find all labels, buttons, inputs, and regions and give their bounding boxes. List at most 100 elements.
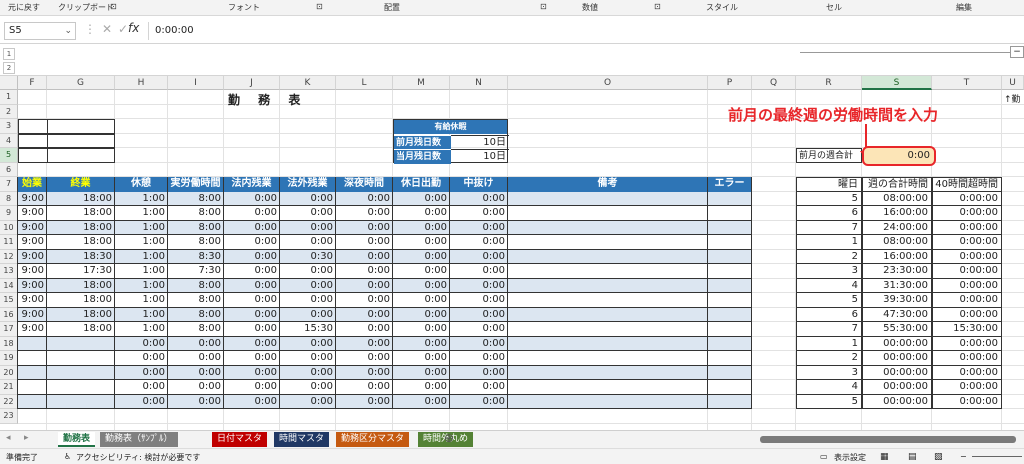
dialog-launcher-icon[interactable]: ⊡ bbox=[654, 2, 661, 11]
table-cell[interactable]: 0:00 bbox=[450, 380, 508, 395]
week-cell[interactable]: 7 bbox=[796, 322, 862, 337]
table-cell[interactable]: 0:00 bbox=[224, 351, 280, 366]
sheet-tab[interactable]: 勤務表 bbox=[58, 432, 96, 447]
table-cell[interactable]: 9:00 bbox=[18, 206, 47, 221]
table-cell[interactable]: 0:00 bbox=[393, 250, 450, 265]
column-header-q[interactable]: Q bbox=[752, 76, 796, 90]
tab-scroll-left-icon[interactable]: ◂ bbox=[6, 433, 11, 443]
table-cell[interactable]: 0:00 bbox=[115, 337, 168, 352]
sheet-tab[interactable]: 日付マスタ bbox=[212, 432, 268, 447]
table-cell[interactable]: 0:00 bbox=[450, 366, 508, 381]
table-cell[interactable]: 0:00 bbox=[393, 192, 450, 207]
table-cell[interactable]: 9:00 bbox=[18, 308, 47, 323]
week-cell[interactable]: 55:30:00 bbox=[862, 322, 932, 337]
column-header-n[interactable]: N bbox=[450, 76, 508, 90]
table-cell[interactable]: 0:00 bbox=[336, 308, 393, 323]
function-icon[interactable]: fx bbox=[128, 21, 139, 35]
table-cell[interactable]: 1:00 bbox=[115, 308, 168, 323]
row-header-2[interactable]: 2 bbox=[0, 104, 18, 119]
table-cell[interactable]: 1:00 bbox=[115, 192, 168, 207]
sheet-tab[interactable]: 勤務区分マスタ bbox=[336, 432, 410, 447]
table-cell[interactable]: 0:00 bbox=[280, 206, 336, 221]
sheet-tab[interactable]: 勤務表（ｻﾝﾌﾟﾙ） bbox=[100, 432, 178, 447]
column-header-j[interactable]: J bbox=[224, 76, 280, 90]
table-cell[interactable]: 1:00 bbox=[115, 264, 168, 279]
week-cell[interactable]: 6 bbox=[796, 206, 862, 221]
table-cell[interactable]: 0:00 bbox=[224, 235, 280, 250]
table-cell[interactable]: 9:00 bbox=[18, 322, 47, 337]
week-cell[interactable]: 08:00:00 bbox=[862, 191, 932, 206]
row-header-18[interactable]: 18 bbox=[0, 336, 18, 351]
table-cell[interactable]: 0:00 bbox=[336, 192, 393, 207]
row-header-21[interactable]: 21 bbox=[0, 380, 18, 395]
table-cell[interactable]: 18:00 bbox=[47, 322, 115, 337]
week-cell[interactable]: 7 bbox=[796, 220, 862, 235]
table-cell[interactable]: 0:00 bbox=[336, 235, 393, 250]
table-cell[interactable]: 0:00 bbox=[280, 279, 336, 294]
row-header-7[interactable]: 7 bbox=[0, 177, 18, 192]
table-cell[interactable]: 9:00 bbox=[18, 293, 47, 308]
normal-view-icon[interactable]: ▦ bbox=[880, 452, 889, 462]
table-cell[interactable]: 0:00 bbox=[393, 221, 450, 236]
week-cell[interactable]: 00:00:00 bbox=[862, 336, 932, 351]
ribbon-group-clipboard[interactable]: クリップボード bbox=[58, 2, 114, 13]
week-cell[interactable]: 24:00:00 bbox=[862, 220, 932, 235]
row-header-17[interactable]: 17 bbox=[0, 322, 18, 337]
chevron-down-icon[interactable]: ⌄ bbox=[64, 23, 72, 39]
column-header-p[interactable]: P bbox=[708, 76, 752, 90]
add-sheet-icon[interactable]: ⊕ bbox=[444, 431, 454, 445]
table-cell[interactable]: 0:00 bbox=[450, 293, 508, 308]
table-cell[interactable]: 0:00 bbox=[450, 250, 508, 265]
table-cell[interactable] bbox=[47, 351, 115, 366]
ribbon-group-editing[interactable]: 編集 bbox=[956, 2, 972, 13]
table-cell[interactable]: 0:00 bbox=[115, 366, 168, 381]
week-cell[interactable]: 31:30:00 bbox=[862, 278, 932, 293]
display-settings-icon[interactable]: ▭ bbox=[820, 452, 828, 461]
column-header-u[interactable]: U bbox=[1002, 76, 1024, 90]
table-cell[interactable]: 0:00 bbox=[224, 380, 280, 395]
table-cell[interactable]: 0:00 bbox=[168, 380, 224, 395]
table-cell[interactable]: 17:30 bbox=[47, 264, 115, 279]
table-cell[interactable]: 0:00 bbox=[393, 322, 450, 337]
row-header-19[interactable]: 19 bbox=[0, 351, 18, 366]
table-cell[interactable]: 0:00 bbox=[450, 351, 508, 366]
table-cell[interactable]: 1:00 bbox=[115, 221, 168, 236]
table-cell[interactable]: 0:00 bbox=[280, 293, 336, 308]
week-cell[interactable]: 2 bbox=[796, 351, 862, 366]
table-cell[interactable] bbox=[18, 380, 47, 395]
column-header-g[interactable]: G bbox=[47, 76, 115, 90]
display-settings-button[interactable]: 表示設定 bbox=[834, 452, 866, 463]
table-cell[interactable]: 0:00 bbox=[450, 235, 508, 250]
outline-level-1-button[interactable]: 1 bbox=[3, 48, 15, 60]
table-cell[interactable]: 0:00 bbox=[224, 192, 280, 207]
table-cell[interactable]: 9:00 bbox=[18, 250, 47, 265]
dialog-launcher-icon[interactable]: ⊡ bbox=[110, 2, 117, 11]
table-cell[interactable]: 0:00 bbox=[450, 337, 508, 352]
week-cell[interactable]: 2 bbox=[796, 249, 862, 264]
row-header-16[interactable]: 16 bbox=[0, 307, 18, 322]
table-cell[interactable]: 0:00 bbox=[224, 322, 280, 337]
week-cell[interactable]: 0:00:00 bbox=[932, 365, 1002, 380]
paid-leave-value[interactable]: 10日 bbox=[451, 149, 509, 164]
table-cell[interactable]: 0:00 bbox=[393, 380, 450, 395]
week-cell[interactable]: 0:00:00 bbox=[932, 220, 1002, 235]
table-cell[interactable]: 9:00 bbox=[18, 221, 47, 236]
table-cell[interactable]: 18:00 bbox=[47, 235, 115, 250]
zoom-slider[interactable] bbox=[972, 456, 1022, 457]
collapse-group-button[interactable]: − bbox=[1010, 46, 1024, 58]
week-cell[interactable]: 5 bbox=[796, 394, 862, 409]
week-cell[interactable]: 3 bbox=[796, 365, 862, 380]
table-cell[interactable]: 1:00 bbox=[115, 279, 168, 294]
week-cell[interactable]: 16:00:00 bbox=[862, 206, 932, 221]
table-cell[interactable]: 0:00 bbox=[280, 380, 336, 395]
table-cell[interactable]: 0:00 bbox=[115, 351, 168, 366]
table-cell[interactable]: 0:00 bbox=[450, 308, 508, 323]
week-cell[interactable]: 39:30:00 bbox=[862, 293, 932, 308]
week-cell[interactable]: 47:30:00 bbox=[862, 307, 932, 322]
worksheet-grid[interactable]: FGHIJKLMNOPQRSTU 1 2 3 4 5 6 7 8 9 10 11 12 13 14 15 16… bbox=[0, 76, 1024, 430]
week-cell[interactable]: 5 bbox=[796, 293, 862, 308]
outline-level-2-button[interactable]: 2 bbox=[3, 62, 15, 74]
input-box[interactable] bbox=[18, 133, 115, 148]
table-cell[interactable]: 9:00 bbox=[18, 279, 47, 294]
table-cell[interactable]: 0:00 bbox=[224, 206, 280, 221]
